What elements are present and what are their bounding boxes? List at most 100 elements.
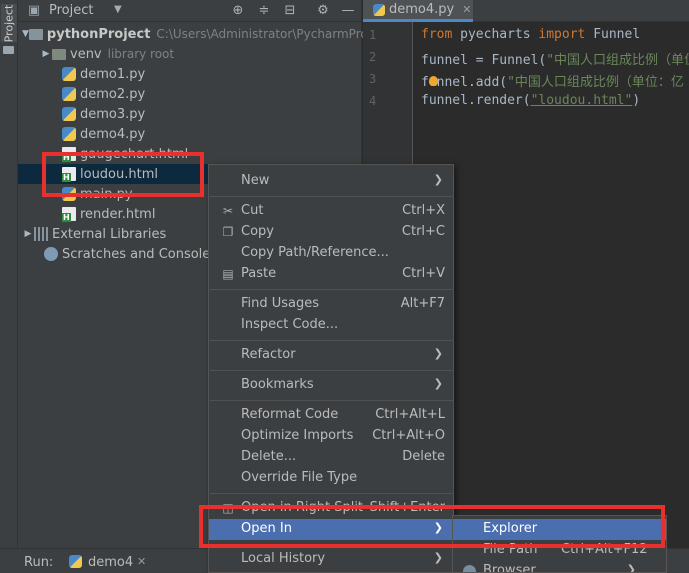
context-menu: New ❯ ✂ Cut Ctrl+X ❐ Copy Ctrl+C Copy Pa…	[208, 164, 454, 573]
chevron-right-icon: ❯	[433, 551, 443, 564]
menu-item-open-right-split[interactable]: ◫ Open in Right Split Shift+Enter	[209, 498, 453, 519]
collapse-all-icon[interactable]: ⊟	[282, 3, 298, 19]
menu-shortcut: Ctrl+C	[401, 224, 445, 239]
file-label: demo3.py	[80, 106, 146, 122]
chevron-right-icon[interactable]: ▶	[40, 49, 52, 59]
menu-label: Bookmarks	[241, 377, 314, 392]
submenu-item-file-path[interactable]: File Path Ctrl+Alt+F12	[453, 540, 666, 561]
locate-icon[interactable]: ⊕	[230, 3, 246, 19]
code-text: funnel = Funnel(	[421, 53, 547, 68]
keyword: import	[538, 27, 586, 42]
python-file-icon	[373, 3, 385, 16]
submenu-shortcut: Ctrl+Alt+F12	[561, 542, 648, 557]
close-icon[interactable]: ✕	[137, 555, 146, 568]
copy-icon: ❐	[222, 225, 234, 239]
python-file-icon	[62, 67, 76, 81]
menu-item-open-in[interactable]: Open In ❯	[209, 519, 453, 540]
folder-icon	[52, 49, 66, 60]
keyword: from	[421, 27, 453, 42]
menu-shortcut: Ctrl+Alt+L	[375, 407, 445, 422]
python-file-icon	[62, 87, 76, 101]
menu-label: Delete...	[241, 449, 297, 464]
menu-label: Paste	[241, 266, 277, 281]
menu-shortcut: Alt+F7	[400, 296, 445, 311]
string-literal: "loudou.html"	[530, 93, 633, 108]
line-number: 3	[369, 72, 377, 86]
tree-item-file[interactable]: demo4.py	[18, 124, 362, 144]
file-label: demo4.py	[80, 126, 146, 142]
menu-item-override-file-type[interactable]: Override File Type	[209, 468, 453, 489]
menu-separator	[210, 400, 453, 401]
tree-item-file[interactable]: demo2.py	[18, 84, 362, 104]
intention-bulb-icon[interactable]	[429, 76, 438, 86]
editor-tab-bar: demo4.py ✕	[363, 0, 689, 22]
menu-item-local-history[interactable]: Local History ❯	[209, 549, 453, 570]
menu-shortcut: Ctrl+X	[402, 203, 445, 218]
code-line-4[interactable]: funnel.render("loudou.html")	[421, 93, 640, 108]
project-view-icon: ▣	[27, 3, 41, 18]
menu-separator	[210, 370, 453, 371]
menu-shortcut: Shift+Enter	[369, 500, 445, 515]
code-line-3[interactable]: funnel.add("中国人口组成比例（单位：亿	[421, 71, 684, 90]
code-line-2[interactable]: funnel = Funnel("中国人口组成比例（单位	[421, 49, 689, 68]
menu-item-copy-path[interactable]: Copy Path/Reference...	[209, 243, 453, 264]
project-view-selector[interactable]: Project	[49, 3, 93, 18]
expand-all-icon[interactable]: ≑	[256, 3, 272, 19]
project-tool-button[interactable]: Project	[1, 4, 17, 42]
run-label: Run:	[24, 555, 54, 570]
menu-separator	[210, 493, 453, 494]
venv-hint: library root	[107, 47, 175, 61]
tab-label: demo4.py	[389, 2, 455, 17]
project-header: ▣ Project ▼ ⊕ ≑ ⊟ ⚙ —	[18, 0, 361, 22]
menu-item-find-usages[interactable]: Find Usages Alt+F7	[209, 294, 453, 315]
menu-label: Find Usages	[241, 296, 320, 311]
menu-item-cut[interactable]: ✂ Cut Ctrl+X	[209, 201, 453, 222]
python-file-icon	[69, 555, 82, 568]
line-number: 2	[369, 50, 377, 64]
menu-item-copy[interactable]: ❐ Copy Ctrl+C	[209, 222, 453, 243]
python-file-icon	[62, 187, 76, 201]
menu-label: Open in Right Split	[241, 500, 364, 515]
close-icon[interactable]: ✕	[462, 3, 471, 16]
folder-icon	[28, 29, 43, 40]
menu-label: Optimize Imports	[241, 428, 354, 443]
scissors-icon: ✂	[222, 204, 234, 218]
chevron-right-icon[interactable]: ▶	[22, 229, 34, 239]
menu-item-new[interactable]: New ❯	[209, 171, 453, 192]
open-in-submenu: Explorer File Path Ctrl+Alt+F12 Browser …	[452, 515, 667, 573]
tree-root[interactable]: ▼ pythonProject C:\Users\Administrator\P…	[18, 24, 371, 44]
menu-item-reformat-code[interactable]: Reformat Code Ctrl+Alt+L	[209, 405, 453, 426]
string-literal: "中国人口组成比例（单位：亿	[507, 75, 684, 90]
chevron-right-icon: ❯	[626, 563, 636, 573]
menu-label: New	[241, 173, 270, 188]
menu-item-optimize-imports[interactable]: Optimize Imports Ctrl+Alt+O	[209, 426, 453, 447]
run-tab-demo4[interactable]: demo4	[88, 555, 133, 570]
chevron-down-icon[interactable]: ▼	[22, 29, 29, 39]
html-file-icon	[62, 207, 76, 222]
menu-label: Open In	[241, 521, 292, 536]
chevron-down-icon[interactable]: ▼	[114, 4, 122, 15]
tab-demo4[interactable]: demo4.py ✕	[363, 0, 473, 22]
submenu-item-explorer[interactable]: Explorer	[453, 519, 666, 540]
menu-item-bookmarks[interactable]: Bookmarks ❯	[209, 375, 453, 396]
menu-item-refactor[interactable]: Refactor ❯	[209, 345, 453, 366]
chevron-right-icon: ❯	[433, 173, 443, 186]
tree-item-file[interactable]: demo1.py	[18, 64, 362, 84]
minimize-icon[interactable]: —	[340, 3, 356, 19]
line-number: 4	[369, 94, 377, 108]
menu-item-inspect-code[interactable]: Inspect Code...	[209, 315, 453, 336]
python-file-icon	[62, 107, 76, 121]
file-label: demo2.py	[80, 86, 146, 102]
tree-item-venv[interactable]: ▶ venv library root	[18, 44, 362, 64]
root-label: pythonProject	[46, 26, 151, 42]
menu-item-paste[interactable]: ▤ Paste Ctrl+V	[209, 264, 453, 285]
menu-item-delete[interactable]: Delete... Delete	[209, 447, 453, 468]
menu-label: Local History	[241, 551, 326, 566]
tree-item-file[interactable]: demo3.py	[18, 104, 362, 124]
html-file-icon	[62, 167, 76, 182]
tree-item-file[interactable]: gaugechart.html	[18, 144, 362, 164]
gear-icon[interactable]: ⚙	[315, 3, 331, 19]
submenu-item-browser[interactable]: Browser ❯	[453, 561, 666, 573]
menu-shortcut: Delete	[402, 449, 445, 464]
code-line-1[interactable]: from pyecharts import Funnel	[421, 27, 640, 42]
